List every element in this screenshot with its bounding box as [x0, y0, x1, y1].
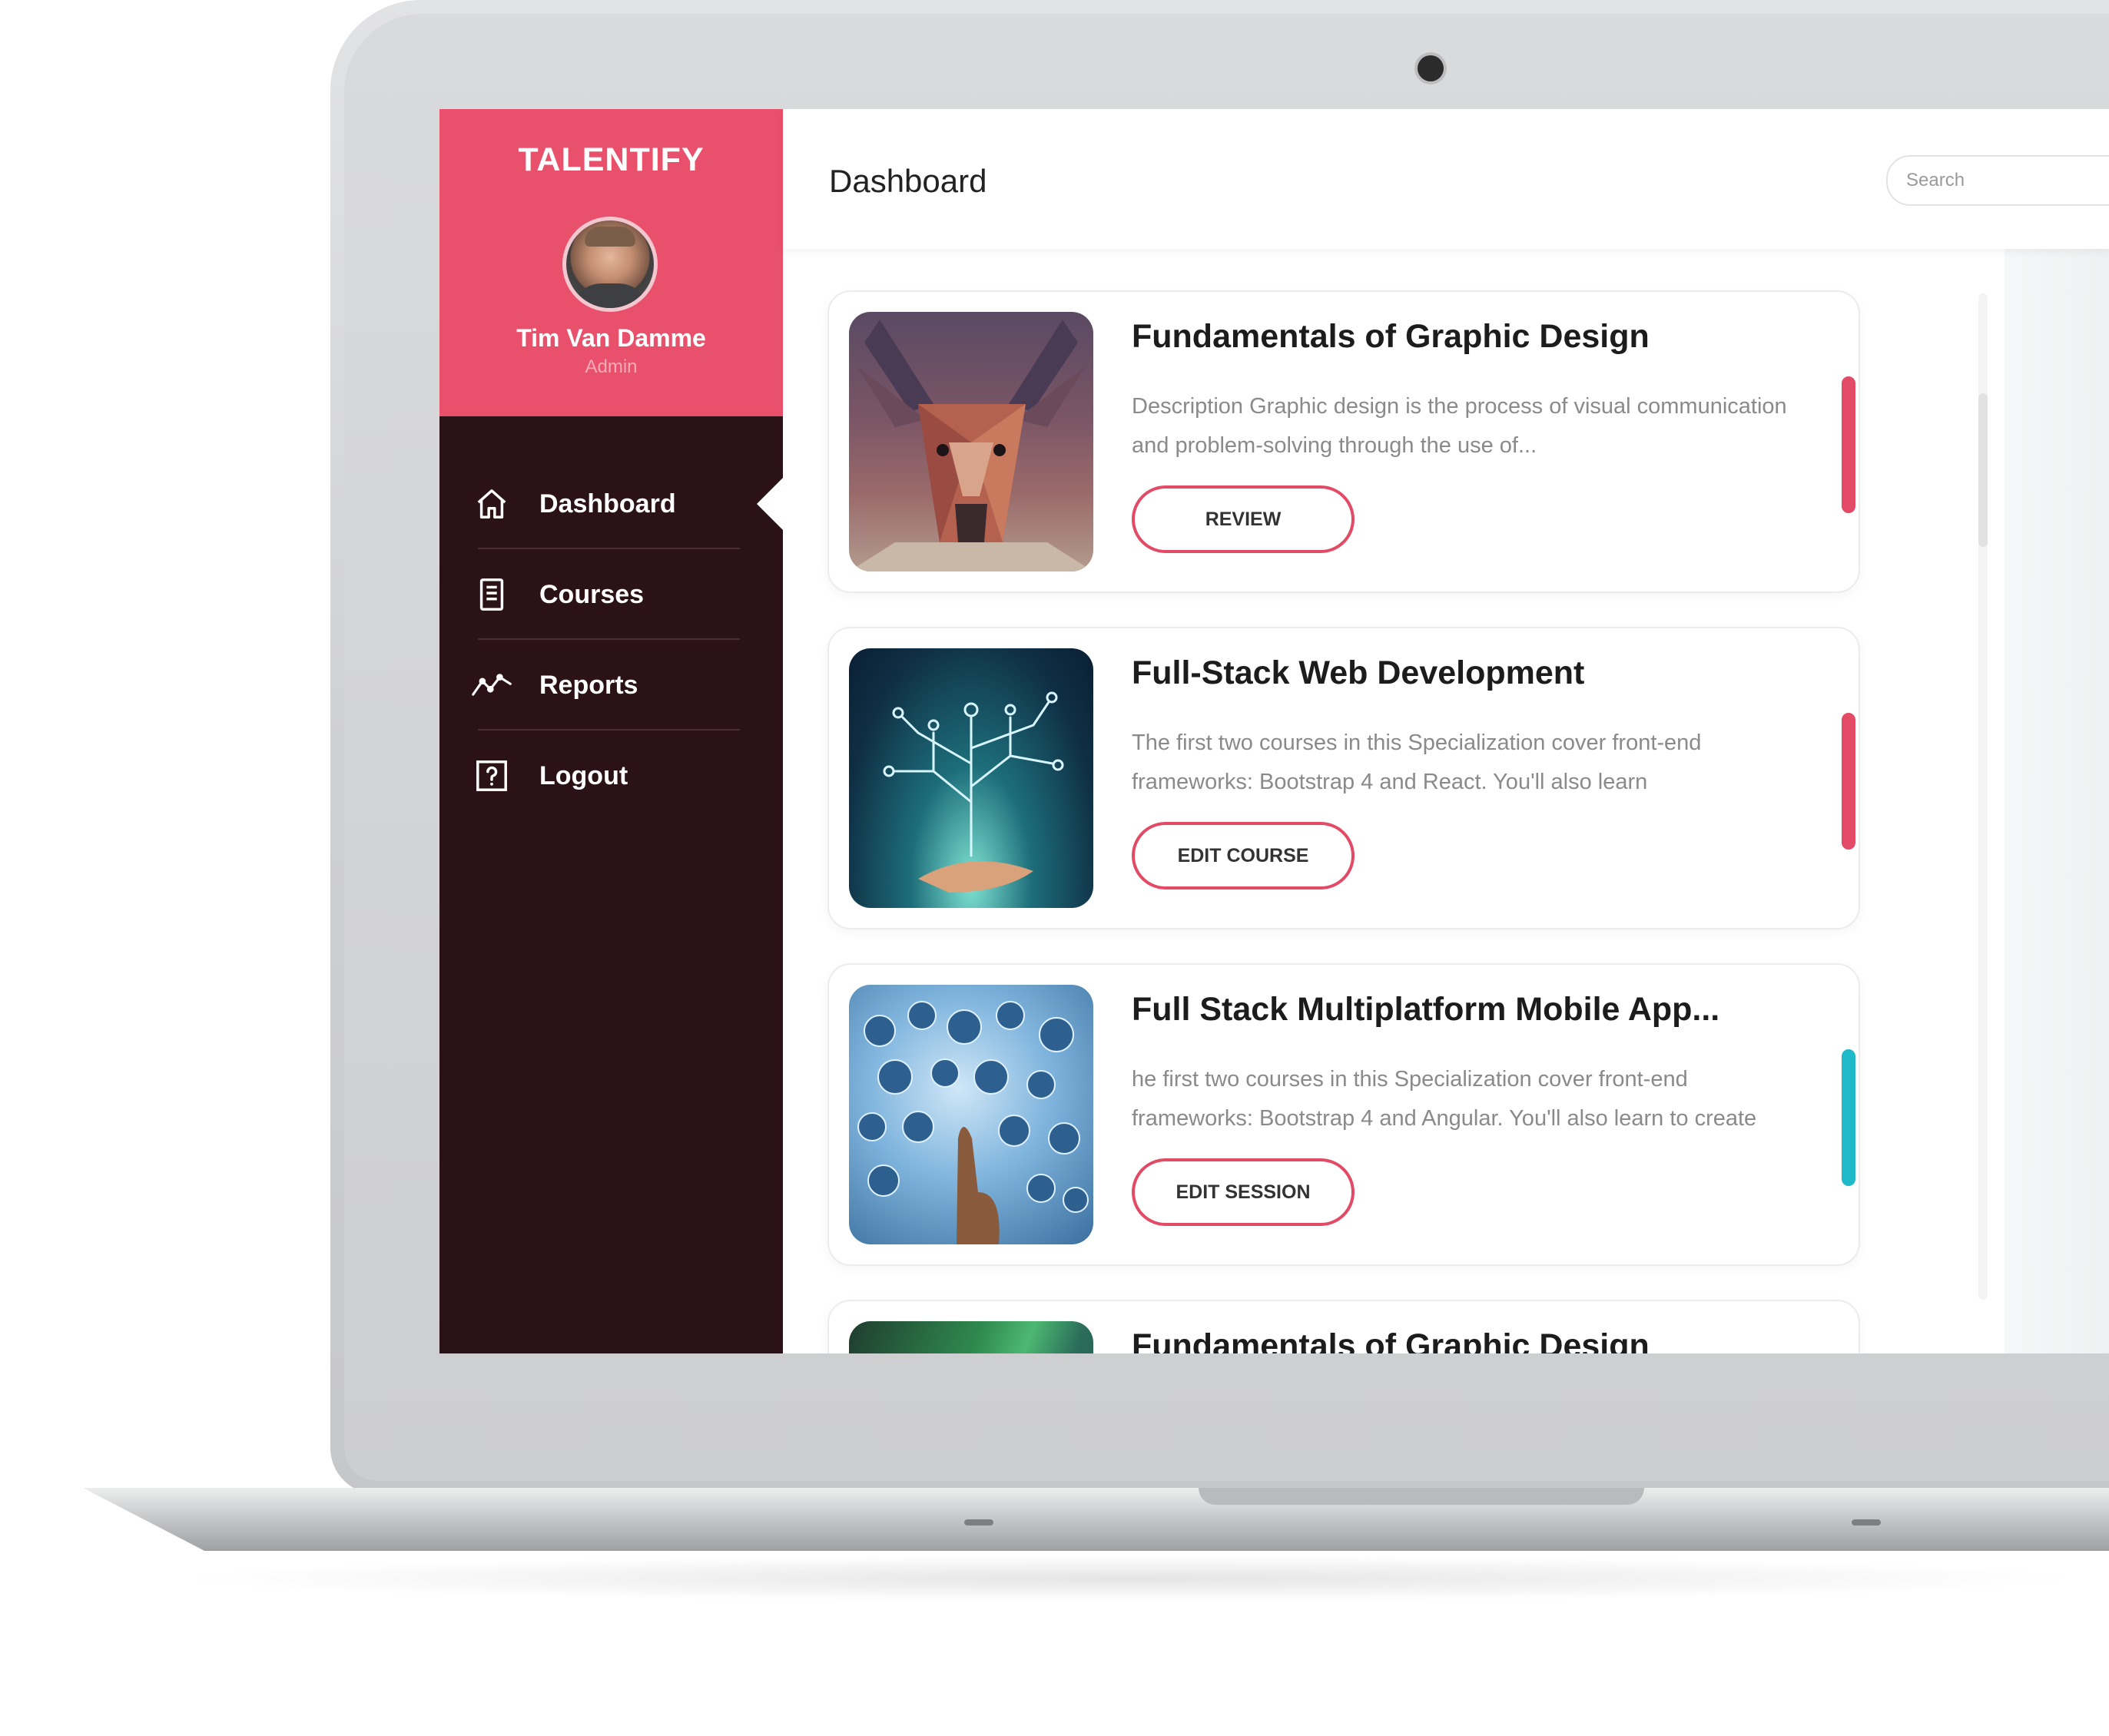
laptop-foot [964, 1519, 993, 1526]
profile-panel: TALENTIFY Tim Van Damme Admin [439, 109, 783, 416]
avatar[interactable] [562, 217, 658, 312]
document-icon [472, 575, 512, 615]
sidebar-item-reports[interactable]: Reports [439, 640, 783, 731]
course-card[interactable]: Fundamentals of Graphic Design Descripti… [827, 290, 1860, 593]
home-icon [472, 484, 512, 524]
course-title[interactable]: Fundamentals of Graphic Design [1132, 318, 1650, 356]
edit-session-button[interactable]: EDIT SESSION [1132, 1158, 1355, 1226]
course-description: The first two courses in this Specializa… [1132, 731, 1702, 794]
sidebar-item-dashboard[interactable]: Dashboard [439, 459, 783, 549]
course-card[interactable]: Full-Stack Web Development The first two… [827, 627, 1860, 929]
circuit-tree-hand-image [849, 648, 1093, 908]
review-button[interactable]: REVIEW [1132, 485, 1355, 553]
line-chart-icon [472, 665, 512, 705]
laptop-mockup-scene: TALENTIFY Tim Van Damme Admin Dashboard … [0, 0, 2109, 1736]
course-description: Description Graphic design is the proces… [1132, 394, 1787, 458]
course-accent-bar [1842, 1049, 1855, 1186]
user-name: Tim Van Damme [516, 324, 706, 352]
sidebar-nav: Dashboard Courses Reports Logout [439, 459, 783, 821]
question-box-icon [472, 756, 512, 796]
active-indicator [757, 478, 783, 530]
right-panel [2005, 249, 2109, 1353]
search-box[interactable] [1886, 155, 2109, 206]
scrollbar-thumb[interactable] [1978, 393, 1988, 547]
sidebar-item-courses[interactable]: Courses [439, 549, 783, 640]
top-bar: Dashboard [783, 109, 2109, 249]
course-description: he first two courses in this Specializat… [1132, 1067, 1757, 1131]
brand-logo[interactable]: TALENTIFY [439, 141, 783, 179]
laptop-notch [1199, 1488, 1644, 1505]
avatar-hair [585, 227, 635, 247]
app-icons-finger-image [849, 985, 1093, 1244]
user-role: Admin [585, 356, 638, 377]
green-abstract-image [849, 1321, 1093, 1353]
edit-course-button[interactable]: EDIT COURSE [1132, 822, 1355, 890]
screen: TALENTIFY Tim Van Damme Admin Dashboard … [439, 109, 2109, 1353]
search-input[interactable] [1905, 166, 2107, 195]
avatar-shoulders [571, 283, 649, 308]
course-list[interactable]: Fundamentals of Graphic Design Descripti… [783, 109, 1981, 1353]
sidebar: TALENTIFY Tim Van Damme Admin Dashboard … [439, 109, 783, 1353]
laptop-foot [1852, 1519, 1881, 1526]
course-card[interactable]: Full Stack Multiplatform Mobile App... h… [827, 963, 1860, 1266]
course-title[interactable]: Fundamentals of Graphic Design [1132, 1327, 1650, 1353]
course-card[interactable]: Fundamentals of Graphic Design [827, 1300, 1860, 1353]
main-content: Fundamentals of Graphic Design Descripti… [783, 109, 2109, 1353]
course-accent-bar [1842, 376, 1855, 513]
sidebar-item-label: Courses [539, 579, 645, 609]
course-accent-bar [1842, 713, 1855, 850]
laptop-shadow [169, 1555, 2090, 1602]
sidebar-item-label: Reports [539, 670, 638, 700]
webcam [1418, 55, 1444, 81]
laptop-base [83, 1488, 2109, 1551]
page-title: Dashboard [829, 163, 987, 199]
low-poly-deer-image [849, 312, 1093, 571]
sidebar-item-label: Logout [539, 760, 628, 790]
sidebar-item-label: Dashboard [539, 489, 676, 518]
course-title[interactable]: Full Stack Multiplatform Mobile App... [1132, 991, 1719, 1029]
sidebar-item-logout[interactable]: Logout [439, 731, 783, 821]
course-title[interactable]: Full-Stack Web Development [1132, 654, 1584, 692]
